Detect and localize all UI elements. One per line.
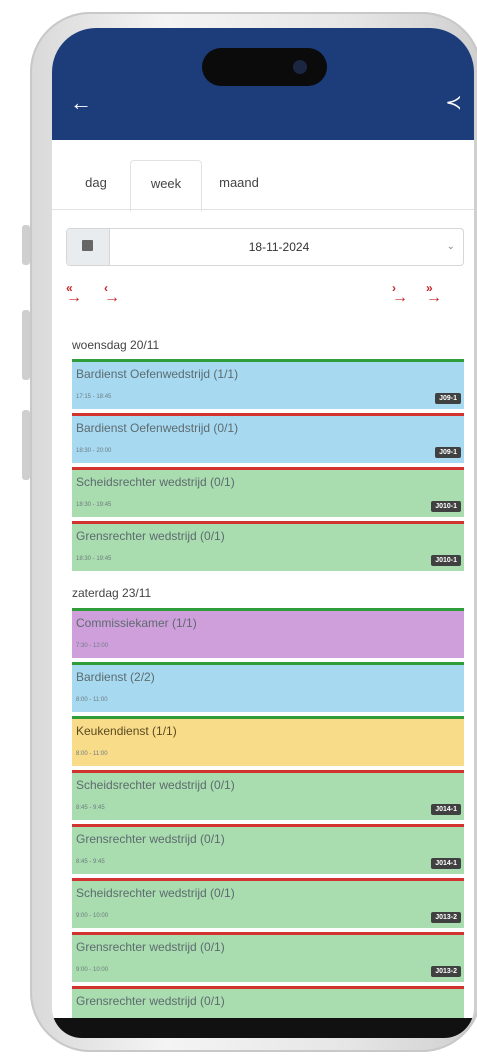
app-header: ← ≺	[52, 28, 474, 140]
tab-divider	[52, 209, 474, 210]
event-title: Commissiekamer (1/1)	[76, 616, 197, 630]
event-title: Bardienst Oefenwedstrijd (1/1)	[76, 367, 239, 381]
calendar-button[interactable]	[67, 229, 110, 265]
camera-lens	[293, 60, 307, 74]
event-title: Bardienst (2/2)	[76, 670, 155, 684]
event-time: 18:30 - 19:45	[76, 556, 112, 562]
team-badge: J014-1	[431, 804, 461, 815]
event-card[interactable]: Scheidsrechter wedstrijd (0/1) 9:00 - 10…	[72, 878, 464, 928]
share-icon[interactable]: ≺	[445, 92, 462, 114]
event-card[interactable]: Keukendienst (1/1) 8:00 - 11:00	[72, 716, 464, 766]
event-card[interactable]: Bardienst (2/2) 8:00 - 11:00	[72, 662, 464, 712]
event-card[interactable]: Commissiekamer (1/1) 7:30 - 12:00	[72, 608, 464, 658]
event-title: Scheidsrechter wedstrijd (0/1)	[76, 778, 235, 792]
event-title: Grensrechter wedstrijd (0/1)	[76, 832, 225, 846]
event-card[interactable]: Grensrechter wedstrijd (0/1) 8:45 - 9:45…	[72, 824, 464, 874]
event-time: 8:45 - 9:45	[76, 805, 105, 811]
date-picker[interactable]: 18-11-2024 ⌄	[66, 228, 464, 266]
event-title: Keukendienst (1/1)	[76, 724, 177, 738]
team-badge: J010-1	[431, 555, 461, 566]
event-time: 9:00 - 10:00	[76, 913, 109, 919]
event-time: 8:45 - 9:45	[76, 859, 105, 865]
phone-button-volume-down	[22, 410, 30, 480]
dynamic-island	[202, 48, 327, 86]
day-header: zaterdag 23/11	[72, 586, 152, 600]
team-badge: J014-1	[431, 858, 461, 869]
home-indicator-bar	[52, 1018, 474, 1038]
nav-first-button[interactable]: « →	[66, 282, 92, 312]
event-time: 9:00 - 10:00	[76, 967, 109, 973]
team-badge: J010-1	[431, 501, 461, 512]
date-value[interactable]: 18-11-2024	[109, 229, 449, 265]
event-card[interactable]: Scheidsrechter wedstrijd (0/1) 18:30 - 1…	[72, 467, 464, 517]
event-time: 8:00 - 11:00	[76, 697, 108, 703]
event-title: Grensrechter wedstrijd (0/1)	[76, 994, 225, 1008]
tab-dag[interactable]: dag	[68, 160, 124, 210]
chevron-down-icon: ⌄	[446, 241, 455, 252]
event-card[interactable]: Bardienst Oefenwedstrijd (0/1) 18:30 - 2…	[72, 413, 464, 463]
arrow-right-icon: →	[104, 289, 120, 306]
day-header: woensdag 20/11	[72, 338, 160, 352]
event-title: Grensrechter wedstrijd (0/1)	[76, 940, 225, 954]
team-badge: J013-2	[431, 966, 461, 977]
tab-week[interactable]: week	[130, 160, 202, 212]
tab-maand[interactable]: maand	[204, 160, 274, 210]
nav-last-button[interactable]: » →	[426, 282, 456, 312]
event-time: 18:30 - 19:45	[76, 502, 112, 508]
event-time: 17:15 - 18:45	[76, 394, 112, 400]
event-card[interactable]: Scheidsrechter wedstrijd (0/1) 8:45 - 9:…	[72, 770, 464, 820]
event-title: Bardienst Oefenwedstrijd (0/1)	[76, 421, 239, 435]
event-title: Scheidsrechter wedstrijd (0/1)	[76, 475, 235, 489]
event-title: Grensrechter wedstrijd (0/1)	[76, 529, 225, 543]
team-badge: J09-1	[435, 447, 461, 458]
arrow-right-icon: →	[66, 289, 82, 306]
phone-button-silent	[22, 225, 30, 265]
nav-next-button[interactable]: › →	[392, 282, 418, 312]
event-time: 8:00 - 11:00	[76, 751, 108, 757]
event-card[interactable]: Bardienst Oefenwedstrijd (1/1) 17:15 - 1…	[72, 359, 464, 409]
event-time: 18:30 - 20:00	[76, 448, 112, 454]
event-title: Scheidsrechter wedstrijd (0/1)	[76, 886, 235, 900]
team-badge: J09-1	[435, 393, 461, 404]
view-tabs: dag week maand	[52, 160, 474, 212]
phone-button-volume-up	[22, 310, 30, 380]
team-badge: J013-2	[431, 912, 461, 923]
arrow-right-icon: →	[392, 289, 408, 306]
event-time: 7:30 - 12:00	[76, 643, 109, 649]
calendar-icon	[82, 240, 93, 251]
event-card[interactable]: Grensrechter wedstrijd (0/1) 9:00 - 10:0…	[72, 932, 464, 982]
event-card[interactable]: Grensrechter wedstrijd (0/1) 18:30 - 19:…	[72, 521, 464, 571]
nav-prev-button[interactable]: ‹ →	[104, 282, 130, 312]
app-screen: ← ≺ dag week maand 18-11-2024 ⌄ « → ‹ → …	[52, 28, 474, 1038]
arrow-left-icon[interactable]: ←	[70, 92, 92, 114]
arrow-right-icon: →	[426, 289, 442, 306]
